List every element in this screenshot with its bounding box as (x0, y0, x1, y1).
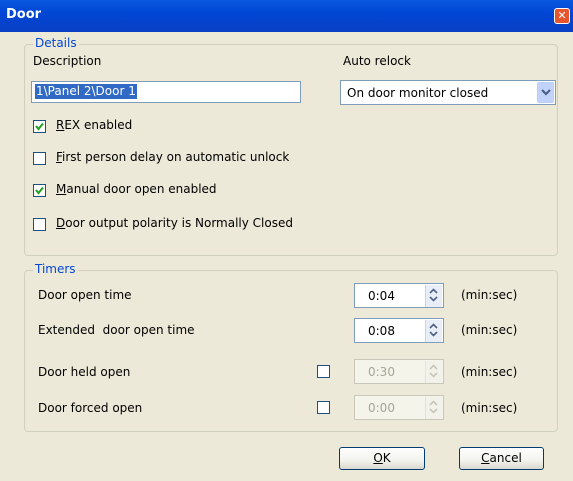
door-forced-open-label: Door forced open (38, 401, 143, 415)
first-person-delay-label[interactable]: First person delay on automatic unlock (56, 150, 289, 164)
spinner-arrows-icon (429, 288, 438, 302)
door-forced-open-value: 0:00 (368, 401, 395, 415)
door-open-time-unit: (min:sec) (461, 288, 518, 302)
door-held-open-unit: (min:sec) (461, 365, 518, 379)
close-icon[interactable]: ✕ (554, 8, 570, 24)
spinner-arrows-icon (429, 364, 438, 378)
door-open-time-field[interactable]: 0:04 (354, 283, 444, 308)
extended-open-time-field[interactable]: 0:08 (354, 318, 444, 343)
rex-enabled-label[interactable]: REX enabled (56, 118, 132, 132)
door-open-time-value: 0:04 (368, 289, 395, 303)
door-held-open-value: 0:30 (368, 365, 395, 379)
door-forced-open-checkbox[interactable] (317, 401, 330, 414)
extended-open-time-label: Extended door open time (38, 323, 195, 337)
door-open-time-label: Door open time (38, 288, 132, 302)
details-legend: Details (33, 36, 79, 50)
chevron-down-icon[interactable] (537, 82, 554, 103)
door-held-open-spinner[interactable] (425, 361, 442, 383)
extended-open-time-spinner[interactable] (425, 320, 442, 342)
extended-open-time-unit: (min:sec) (461, 323, 518, 337)
spinner-arrows-icon (429, 400, 438, 414)
door-held-open-label: Door held open (38, 365, 131, 379)
autorelock-label: Auto relock (343, 54, 411, 68)
door-dialog: Door ✕ Details Description 1\Panel 2\Doo… (0, 0, 573, 481)
timers-legend: Timers (33, 262, 78, 276)
manual-door-open-checkbox[interactable] (33, 184, 46, 197)
door-open-time-spinner[interactable] (425, 285, 442, 307)
output-polarity-checkbox[interactable] (33, 218, 46, 231)
ok-button[interactable]: OK (339, 447, 425, 470)
output-polarity-label[interactable]: Door output polarity is Normally Closed (56, 216, 293, 230)
rex-enabled-checkbox[interactable] (33, 120, 46, 133)
autorelock-value: On door monitor closed (347, 86, 489, 100)
title-bar[interactable]: Door ✕ (0, 0, 573, 32)
door-held-open-field[interactable]: 0:30 (354, 359, 444, 384)
door-forced-open-field[interactable]: 0:00 (354, 395, 444, 420)
spinner-arrows-icon (429, 323, 438, 337)
cancel-button[interactable]: Cancel (459, 447, 544, 470)
door-forced-open-unit: (min:sec) (461, 401, 518, 415)
door-forced-open-spinner[interactable] (425, 397, 442, 419)
door-held-open-checkbox[interactable] (317, 365, 330, 378)
window-title: Door (6, 7, 42, 22)
manual-door-open-label[interactable]: Manual door open enabled (56, 182, 217, 196)
description-value: 1\Panel 2\Door 1 (35, 84, 137, 99)
first-person-delay-checkbox[interactable] (33, 152, 46, 165)
extended-open-time-value: 0:08 (368, 324, 395, 338)
autorelock-select[interactable]: On door monitor closed (340, 80, 556, 105)
description-field[interactable]: 1\Panel 2\Door 1 (31, 81, 301, 103)
description-label: Description (33, 54, 102, 68)
